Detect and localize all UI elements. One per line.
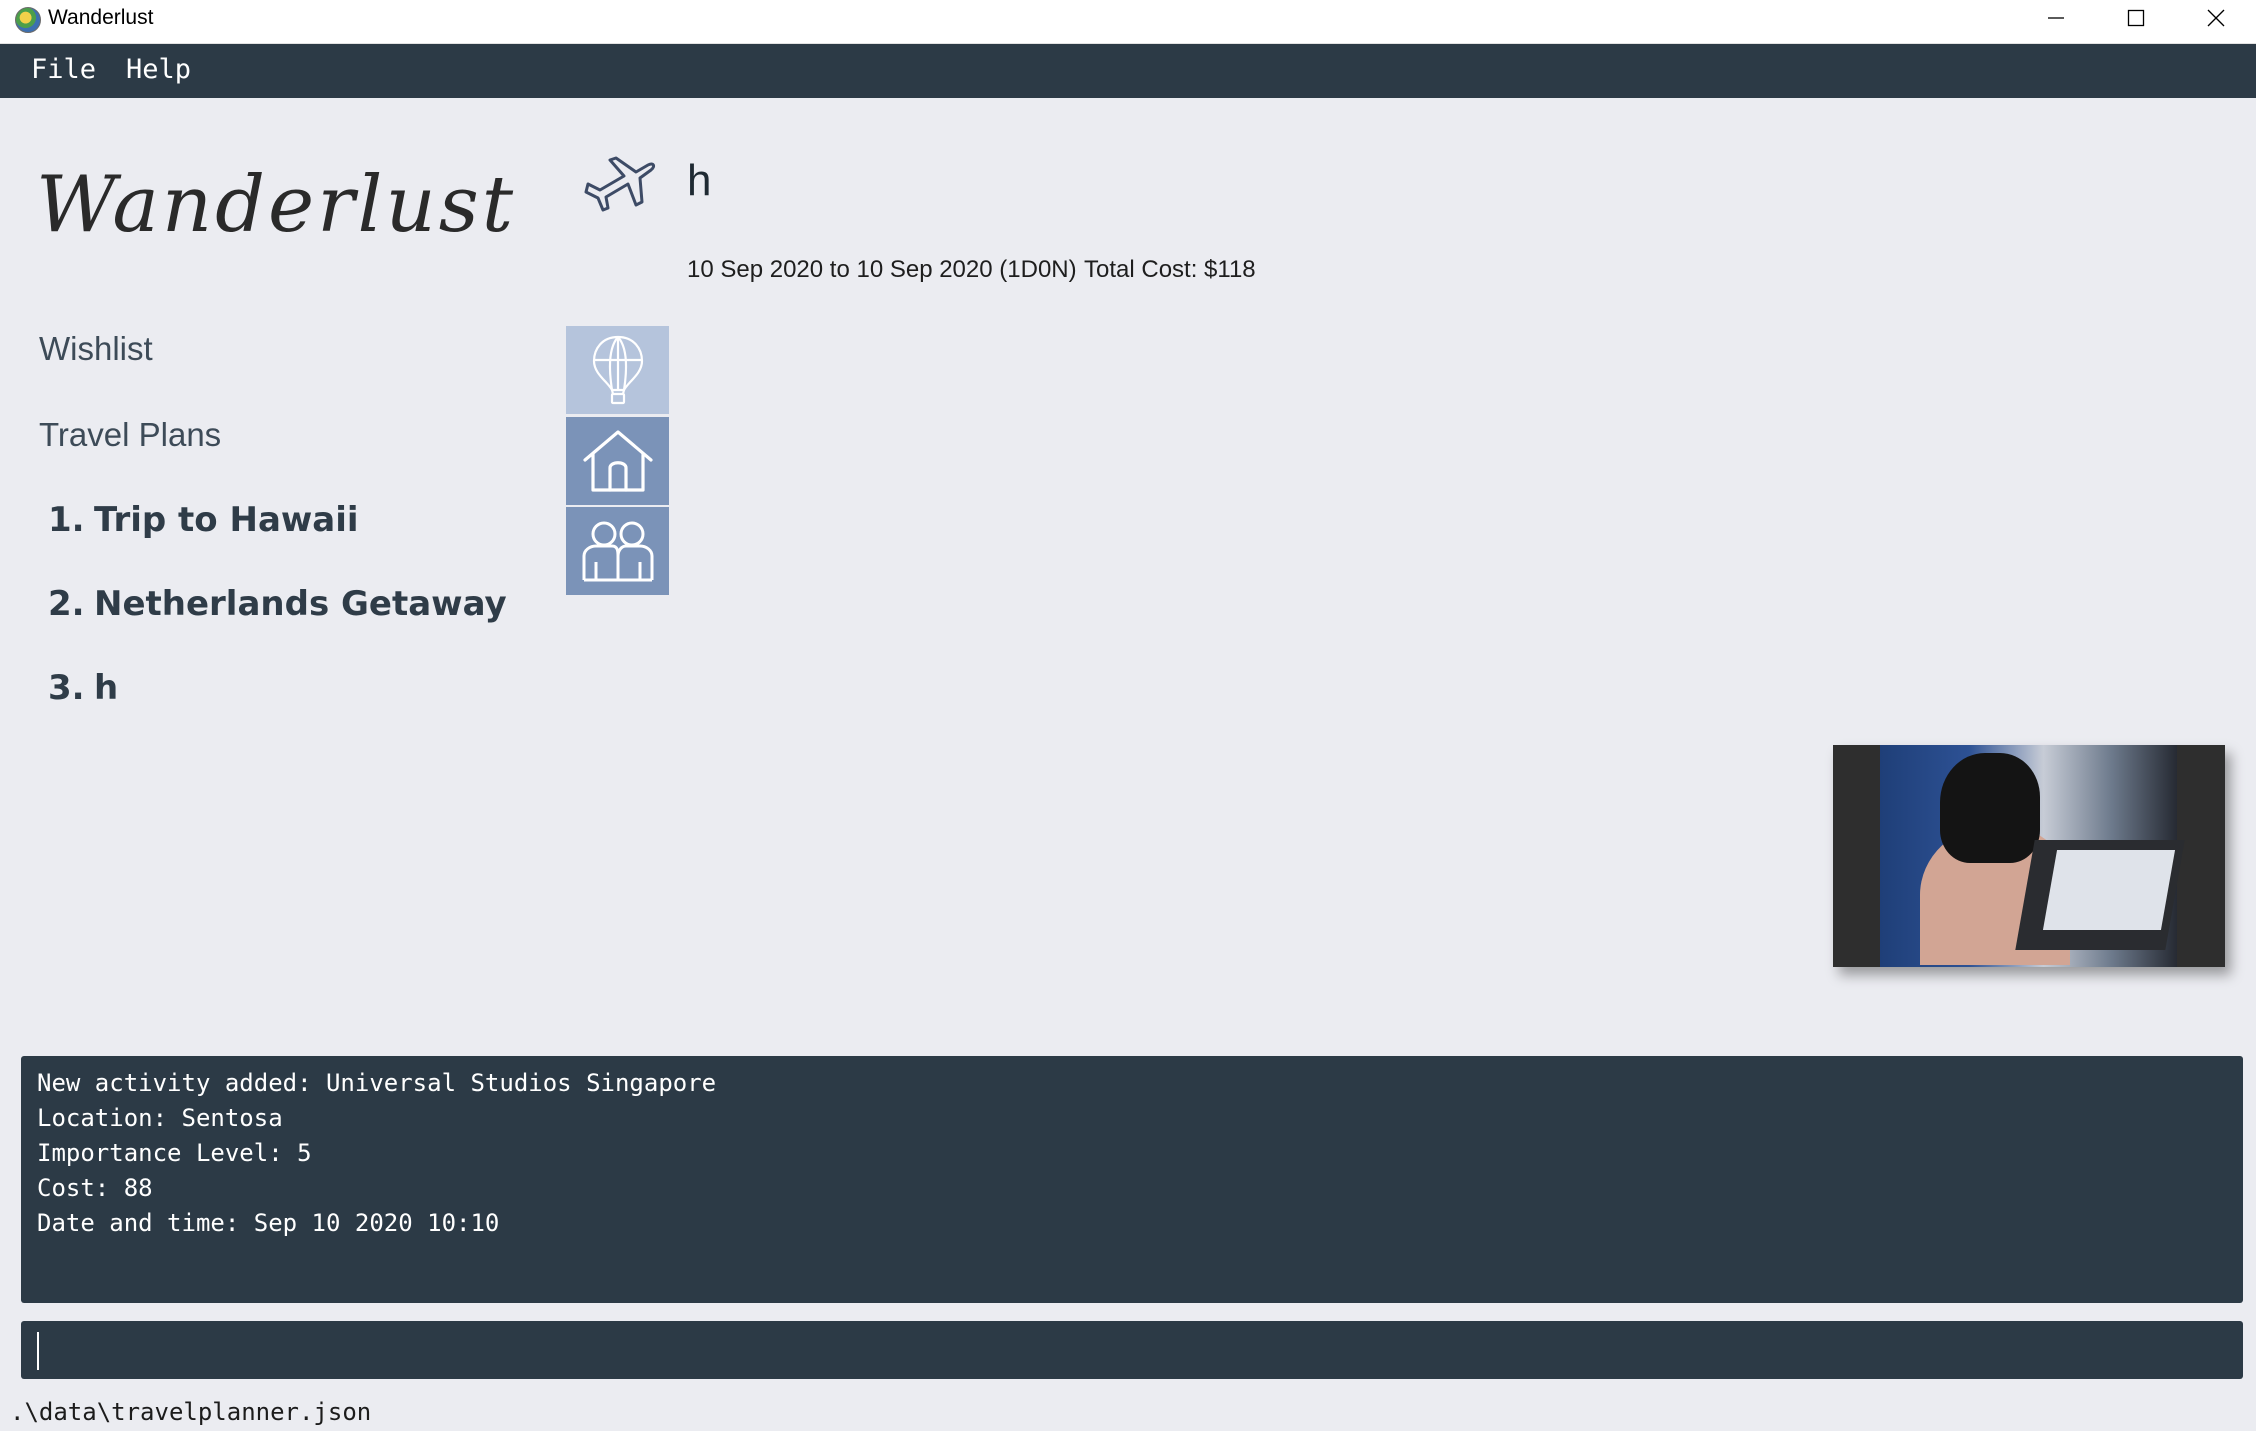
text-caret bbox=[37, 1332, 39, 1370]
trip-title: h bbox=[687, 156, 712, 205]
airplane-icon bbox=[584, 156, 656, 212]
travel-plan-number: 1. bbox=[48, 500, 85, 540]
travel-plan-number: 2. bbox=[48, 584, 85, 624]
travel-plan-item[interactable]: 3. h bbox=[48, 668, 118, 708]
nav-travel-plans[interactable]: Travel Plans bbox=[39, 416, 221, 454]
app-logo: Wanderlust bbox=[36, 160, 517, 250]
menu-bar: File Help bbox=[0, 44, 2256, 98]
result-line: Importance Level: 5 bbox=[37, 1139, 312, 1167]
people-icon bbox=[582, 521, 653, 582]
result-line: Date and time: Sep 10 2020 10:10 bbox=[37, 1209, 500, 1237]
status-file-path: .\data\travelplanner.json bbox=[10, 1398, 372, 1426]
menu-help[interactable]: Help bbox=[126, 54, 191, 85]
tab-activity[interactable] bbox=[566, 326, 669, 414]
result-line: New activity added: Universal Studios Si… bbox=[37, 1069, 717, 1097]
video-laptop-screen bbox=[2042, 850, 2176, 930]
result-line: Cost: 88 bbox=[37, 1174, 153, 1202]
travel-plan-name: h bbox=[94, 668, 119, 708]
command-input[interactable] bbox=[21, 1321, 2243, 1379]
house-icon bbox=[582, 430, 653, 492]
window-title: Wanderlust bbox=[48, 6, 154, 29]
nav-wishlist[interactable]: Wishlist bbox=[39, 330, 153, 368]
minimize-icon bbox=[2048, 17, 2064, 19]
video-call-overlay[interactable] bbox=[1833, 745, 2225, 967]
result-display: New activity added: Universal Studios Si… bbox=[21, 1056, 2243, 1303]
video-person-hair bbox=[1940, 753, 2040, 863]
maximize-icon bbox=[2127, 9, 2145, 27]
window-titlebar: Wanderlust bbox=[0, 0, 2256, 44]
close-icon bbox=[2207, 9, 2225, 27]
travel-plan-number: 3. bbox=[48, 668, 85, 708]
travel-plan-item[interactable]: 2. Netherlands Getaway bbox=[48, 584, 507, 624]
tab-accommodation[interactable] bbox=[566, 417, 669, 505]
video-feed bbox=[1880, 745, 2185, 967]
tab-friends[interactable] bbox=[566, 507, 669, 595]
result-line: Location: Sentosa bbox=[37, 1104, 283, 1132]
minimize-button[interactable] bbox=[2016, 0, 2096, 36]
trip-dates: 10 Sep 2020 to 10 Sep 2020 (1D0N) bbox=[687, 256, 1077, 283]
globe-icon bbox=[15, 7, 41, 33]
menu-file[interactable]: File bbox=[31, 54, 96, 85]
travel-plan-name: Netherlands Getaway bbox=[94, 584, 507, 624]
hot-air-balloon-icon bbox=[592, 335, 643, 405]
travel-plan-name: Trip to Hawaii bbox=[94, 500, 359, 540]
close-button[interactable] bbox=[2176, 0, 2256, 36]
trip-total-cost: Total Cost: $118 bbox=[1084, 256, 1256, 283]
travel-plan-item[interactable]: 1. Trip to Hawaii bbox=[48, 500, 359, 540]
maximize-button[interactable] bbox=[2096, 0, 2176, 36]
